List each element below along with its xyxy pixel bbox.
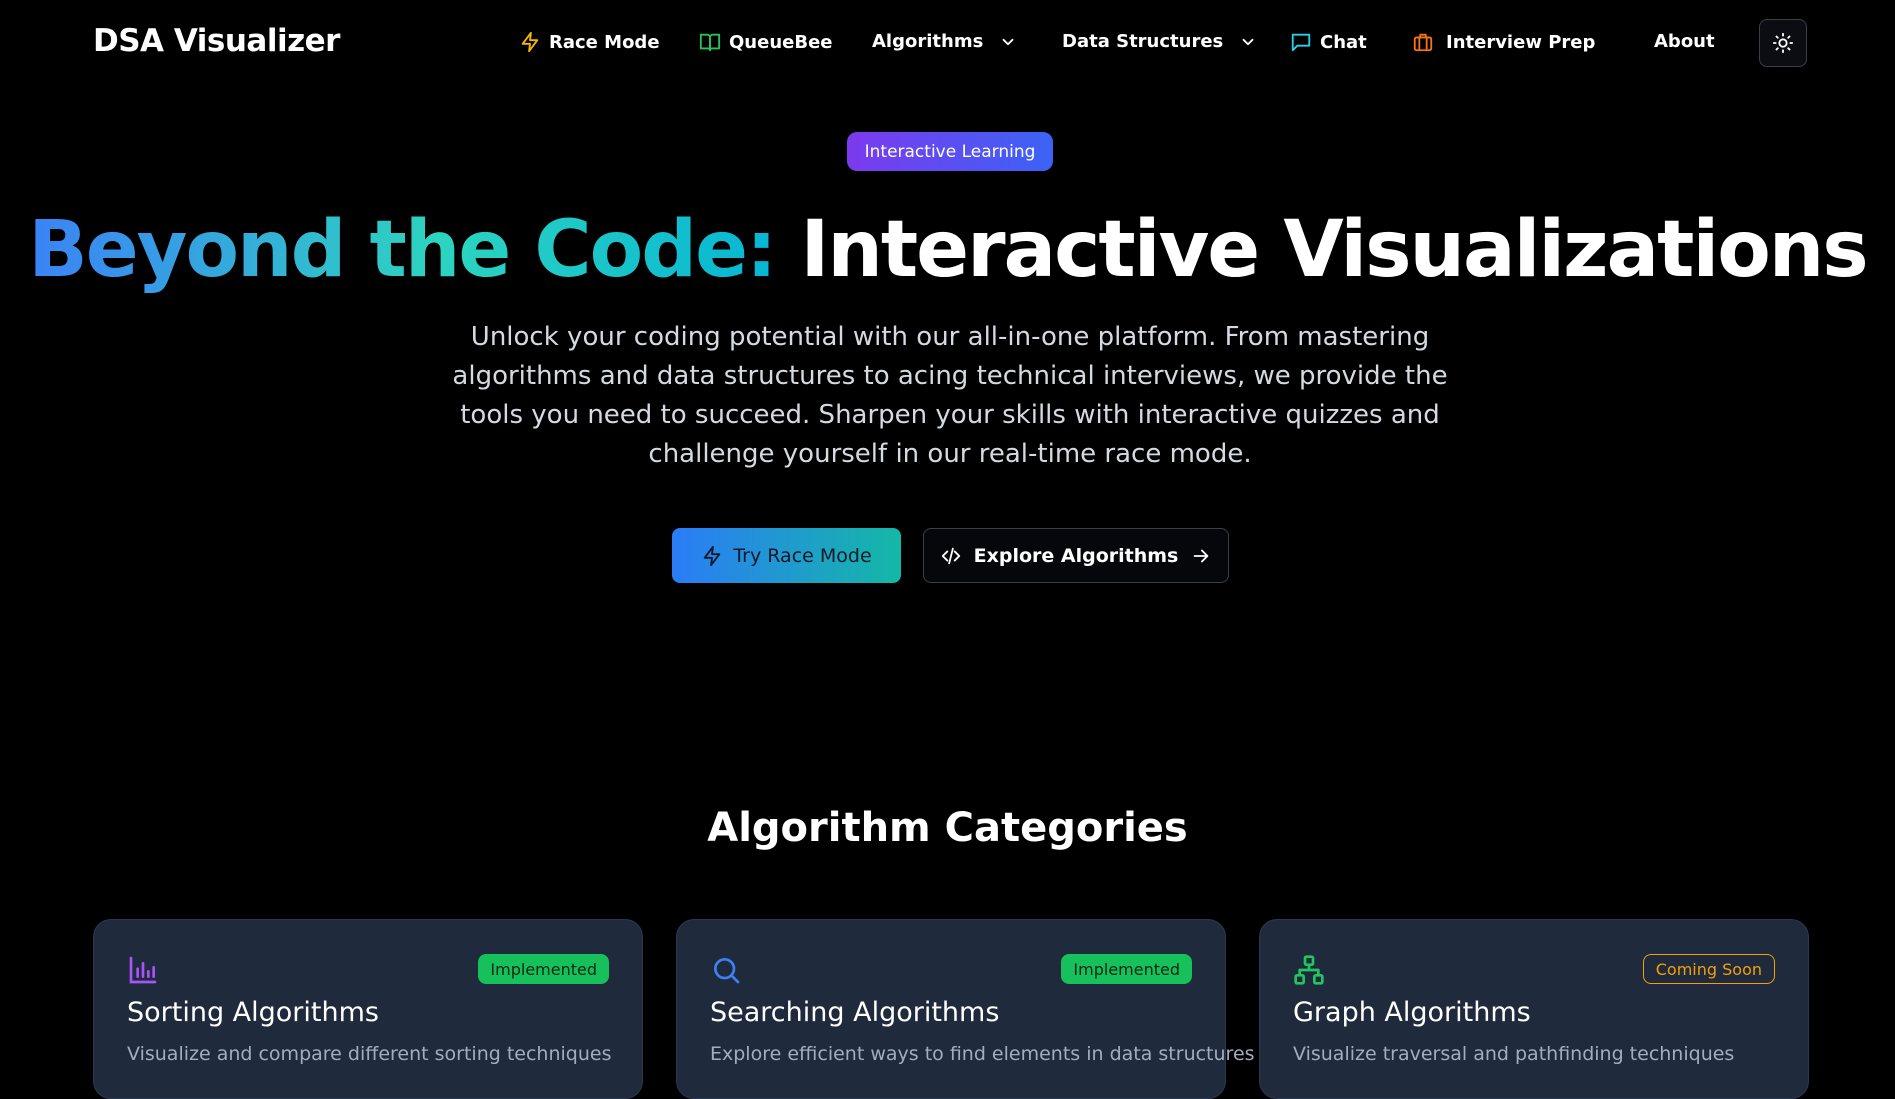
card-title: Searching Algorithms xyxy=(710,997,1000,1028)
network-icon xyxy=(1294,955,1324,985)
interactive-learning-badge: Interactive Learning xyxy=(847,132,1053,171)
nav-chat[interactable]: Chat xyxy=(1290,31,1367,53)
nav-about[interactable]: About xyxy=(1654,31,1715,52)
chevron-down-icon xyxy=(1002,38,1014,45)
nav-data-structures-label: Data Structures xyxy=(1062,31,1224,52)
hero-headline-plain: Interactive Visualizations xyxy=(800,205,1868,295)
nav-interview-prep-label: Interview Prep xyxy=(1446,31,1596,53)
card-description: Visualize and compare different sorting … xyxy=(127,1043,612,1065)
theme-toggle-button[interactable] xyxy=(1759,19,1807,67)
status-badge: Coming Soon xyxy=(1642,954,1775,984)
brand-logo[interactable]: DSA Visualizer xyxy=(93,23,340,59)
status-badge: Implemented xyxy=(1061,954,1192,984)
nav-algorithms-dropdown[interactable]: Algorithms xyxy=(872,31,1017,52)
hero-headline-gradient: Beyond the Code: xyxy=(28,205,777,295)
explore-algorithms-label: Explore Algorithms xyxy=(973,544,1179,567)
explore-algorithms-button[interactable]: Explore Algorithms xyxy=(923,528,1229,583)
nav-queuebee[interactable]: QueueBee xyxy=(699,31,832,53)
chat-icon xyxy=(1291,33,1311,52)
code-icon xyxy=(941,547,960,564)
nav-data-structures-dropdown[interactable]: Data Structures xyxy=(1062,31,1257,52)
nav-race-mode-label: Race Mode xyxy=(549,31,660,53)
category-card-searching[interactable]: Implemented Searching Algorithms Explore… xyxy=(676,919,1255,1099)
bar-chart-icon xyxy=(129,956,157,984)
nav-about-label: About xyxy=(1654,31,1715,52)
search-icon xyxy=(714,958,740,984)
card-title: Graph Algorithms xyxy=(1293,997,1531,1028)
card-description: Explore efficient ways to find elements … xyxy=(710,1043,1255,1065)
top-navbar: DSA Visualizer Race Mode QueueBee Algori… xyxy=(0,0,1895,88)
chevron-down-icon xyxy=(1242,38,1254,45)
lightning-icon xyxy=(704,545,721,566)
nav-chat-label: Chat xyxy=(1320,31,1367,53)
try-race-mode-label: Try Race Mode xyxy=(733,544,872,567)
card-title: Sorting Algorithms xyxy=(127,997,379,1028)
nav-algorithms-label: Algorithms xyxy=(872,31,984,52)
try-race-mode-button[interactable]: Try Race Mode xyxy=(672,528,901,583)
card-description: Visualize traversal and pathfinding tech… xyxy=(1293,1043,1735,1065)
category-card-sorting[interactable]: Implemented Sorting Algorithms Visualize… xyxy=(93,919,643,1099)
hero-subtitle: Unlock your coding potential with our al… xyxy=(452,322,1448,469)
nav-race-mode[interactable]: Race Mode xyxy=(519,31,660,53)
status-badge: Implemented xyxy=(478,954,609,984)
nav-interview-prep[interactable]: Interview Prep xyxy=(1412,31,1595,53)
briefcase-icon xyxy=(1413,33,1433,52)
algorithm-categories-title: Algorithm Categories xyxy=(707,805,1188,851)
sun-icon xyxy=(1772,32,1794,54)
book-icon xyxy=(699,33,721,52)
nav-queuebee-label: QueueBee xyxy=(729,31,833,53)
arrow-right-icon xyxy=(1194,549,1209,562)
lightning-icon xyxy=(521,31,539,53)
hero-headline: Beyond the Code: Interactive Visualizati… xyxy=(0,200,1895,300)
category-card-graph[interactable]: Coming Soon Graph Algorithms Visualize t… xyxy=(1259,919,1809,1099)
